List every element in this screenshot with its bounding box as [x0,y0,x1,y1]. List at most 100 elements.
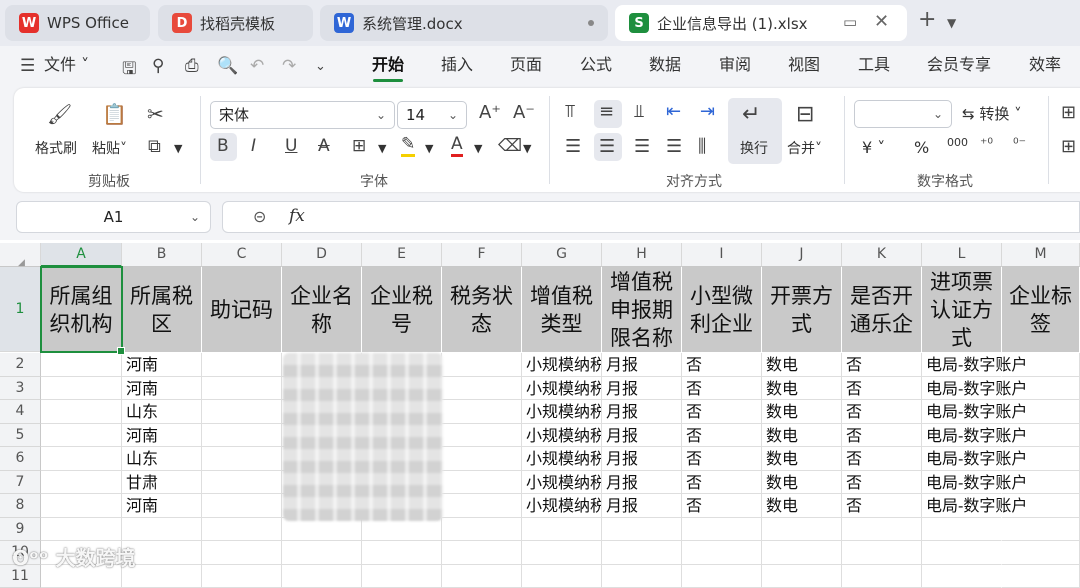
column-header-j[interactable]: J [762,243,842,267]
cell-i[interactable]: 否 [682,353,762,377]
cell-a[interactable] [41,400,122,424]
header-cell-a[interactable]: 所属组织机构 [41,267,122,352]
cell-m[interactable] [1002,400,1080,424]
cell-a[interactable] [41,424,122,448]
cell-f[interactable] [442,400,522,424]
cell-a[interactable] [41,353,122,377]
cell-a[interactable] [41,377,122,401]
cell-j[interactable]: 数电 [762,424,842,448]
cell-j[interactable] [762,518,842,542]
italic-icon[interactable]: I [251,136,256,156]
window-mode-icon[interactable]: ▭ [843,13,857,31]
header-cell-l[interactable]: 进项票认证方式 [922,267,1002,352]
cell-l[interactable]: 电局-数字账户 [922,447,1002,471]
cell-l[interactable] [922,541,1002,565]
cell-f[interactable] [442,565,522,588]
tab-system-doc[interactable]: W 系统管理.docx [320,5,608,41]
cell-m[interactable] [1002,518,1080,542]
cell-m[interactable] [1002,353,1080,377]
menu-tab-page[interactable]: 页面 [510,46,542,84]
fill-chevron-icon[interactable]: ▼ [425,142,433,155]
tab-docer[interactable]: D 找稻壳模板 [158,5,313,41]
menu-tab-insert[interactable]: 插入 [441,46,473,84]
bold-icon[interactable]: B [217,136,229,156]
cell-f[interactable] [442,518,522,542]
hamburger-menu-icon[interactable]: ☰ [20,56,35,76]
borders-icon[interactable]: ⊞ [352,136,366,156]
cell-j[interactable]: 数电 [762,494,842,518]
cell-l[interactable] [922,565,1002,588]
cell-h[interactable]: 月报 [602,377,682,401]
header-cell-m[interactable]: 企业标签 [1002,267,1080,352]
header-cell-c[interactable]: 助记码 [202,267,282,352]
cell-e[interactable] [362,518,442,542]
cell-b[interactable]: 山东 [122,447,202,471]
cell-a[interactable] [41,471,122,495]
cell-g[interactable]: 小规模纳税人 [522,377,602,401]
column-header-e[interactable]: E [362,243,442,267]
cell-k[interactable] [842,518,922,542]
cell-i[interactable]: 否 [682,377,762,401]
column-header-c[interactable]: C [202,243,282,267]
cell-h[interactable]: 月报 [602,400,682,424]
header-cell-d[interactable]: 企业名称 [282,267,362,352]
table-style-icon[interactable]: ⊞ [1061,136,1076,157]
cell-g[interactable]: 小规模纳税人 [522,400,602,424]
thousands-button[interactable]: 000 [947,136,968,149]
cell-d[interactable] [282,518,362,542]
cell-m[interactable] [1002,377,1080,401]
cell-m[interactable] [1002,447,1080,471]
cell-b[interactable]: 河南 [122,353,202,377]
cell-k[interactable]: 否 [842,377,922,401]
menu-tab-tools[interactable]: 工具 [858,46,890,84]
cell-f[interactable] [442,494,522,518]
row-header[interactable]: 6 [0,447,41,471]
increase-decimal-icon[interactable]: ⁺⁰ [980,136,993,152]
eraser-icon[interactable]: ⌫ [498,136,522,156]
header-cell-j[interactable]: 开票方式 [762,267,842,352]
cell-l[interactable]: 电局-数字账户 [922,353,1002,377]
underline-icon[interactable]: U [285,136,297,156]
fill-color-icon[interactable]: ✎ [401,134,415,157]
tab-enterprise-xlsx[interactable]: S 企业信息导出 (1).xlsx ▭ ✕ [615,5,907,41]
cell-h[interactable] [602,541,682,565]
cell-m[interactable] [1002,565,1080,588]
cell-b[interactable]: 河南 [122,494,202,518]
borders-chevron-icon[interactable]: ▼ [378,142,386,155]
cell-m[interactable] [1002,424,1080,448]
cell-k[interactable]: 否 [842,400,922,424]
currency-button[interactable]: ¥ ˅ [862,138,885,157]
cell-b[interactable] [122,518,202,542]
cut-icon[interactable]: ✂ [147,102,164,126]
cell-f[interactable] [442,447,522,471]
menu-tab-formula[interactable]: 公式 [580,46,612,84]
cell-g[interactable]: 小规模纳税人 [522,447,602,471]
cell-l[interactable]: 电局-数字账户 [922,377,1002,401]
percent-button[interactable]: % [914,138,929,157]
distributed-align-icon[interactable]: ⫼ [698,136,706,157]
cell-a[interactable] [41,494,122,518]
eraser-chevron-icon[interactable]: ▼ [523,142,531,155]
cell-m[interactable] [1002,541,1080,565]
font-color-chevron-icon[interactable]: ▼ [474,142,482,155]
cell-i[interactable] [682,565,762,588]
cell-j[interactable]: 数电 [762,447,842,471]
cell-j[interactable] [762,541,842,565]
column-header-d[interactable]: D [282,243,362,267]
header-cell-b[interactable]: 所属税区 [122,267,202,352]
cell-g[interactable]: 小规模纳税人 [522,494,602,518]
cell-h[interactable] [602,565,682,588]
align-center-icon[interactable]: ☰ [599,136,615,157]
cell-k[interactable]: 否 [842,494,922,518]
header-cell-g[interactable]: 增值税类型 [522,267,602,352]
align-right-icon[interactable]: ☰ [634,136,650,157]
justify-icon[interactable]: ☰ [666,136,682,157]
close-tab-icon[interactable]: ✕ [874,11,889,32]
print-preview-icon[interactable]: 🔍 [217,56,238,76]
convert-button[interactable]: ⇆ 转换 ˅ [962,103,1022,124]
cell-k[interactable]: 否 [842,447,922,471]
align-top-icon[interactable]: ⫪ [565,101,575,122]
font-color-icon[interactable]: A [451,134,463,157]
row-header-1[interactable]: 1 [0,267,41,352]
number-format-select[interactable]: ⌄ [854,100,952,128]
